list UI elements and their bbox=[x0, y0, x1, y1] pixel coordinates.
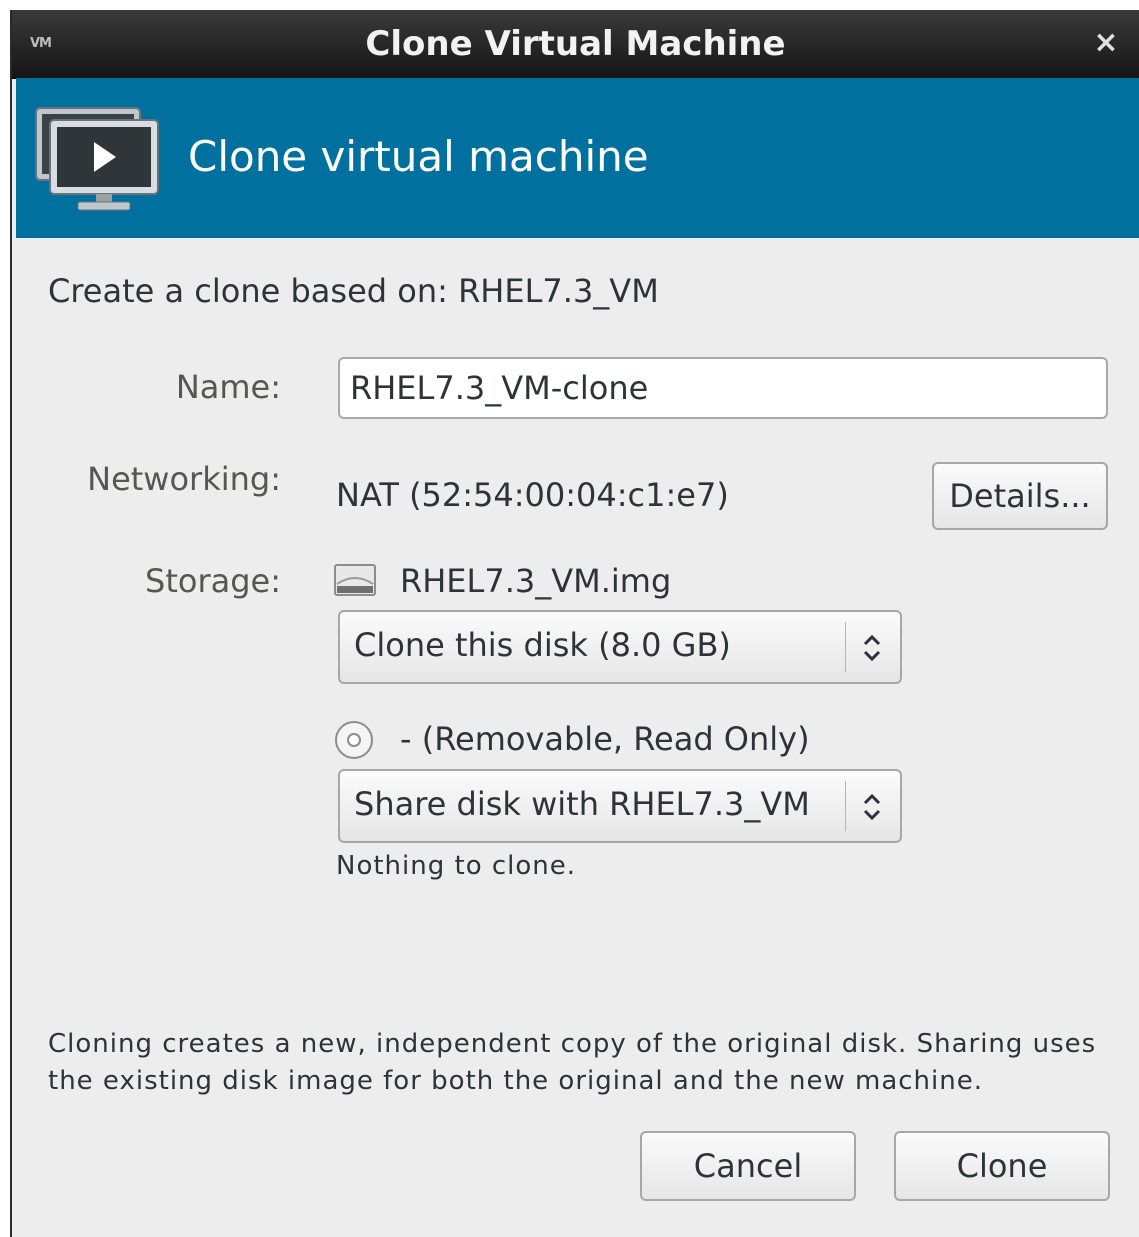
help-text: Cloning creates a new, independent copy … bbox=[48, 1029, 1097, 1096]
close-icon[interactable]: × bbox=[1091, 28, 1121, 58]
combo-separator bbox=[845, 781, 846, 831]
combo-separator bbox=[845, 622, 846, 672]
name-label: Name: bbox=[175, 368, 281, 406]
title-bar[interactable]: VM Clone Virtual Machine × bbox=[12, 10, 1139, 79]
based-on-label: Create a clone based on: RHEL7.3_VM bbox=[48, 272, 659, 310]
up-down-arrows-icon bbox=[863, 793, 881, 821]
header-banner: Clone virtual machine bbox=[16, 78, 1139, 238]
cancel-button[interactable]: Cancel bbox=[640, 1131, 856, 1201]
clone-vm-dialog: VM Clone Virtual Machine × Clone virtual… bbox=[10, 10, 1139, 1237]
monitor-play-icon bbox=[35, 107, 159, 211]
name-input[interactable] bbox=[338, 357, 1108, 419]
clone-button[interactable]: Clone bbox=[894, 1131, 1110, 1201]
up-down-arrows-icon bbox=[863, 634, 881, 662]
disk-1-name: RHEL7.3_VM.img bbox=[400, 562, 672, 600]
details-button[interactable]: Details... bbox=[932, 462, 1108, 530]
disk-1-action-select[interactable]: Clone this disk (8.0 GB) bbox=[338, 610, 902, 684]
disk-2-note: Nothing to clone. bbox=[336, 851, 577, 881]
window-title: Clone Virtual Machine bbox=[365, 24, 786, 64]
cdrom-icon bbox=[335, 721, 373, 759]
disk-2-action-value: Share disk with RHEL7.3_VM bbox=[354, 785, 810, 823]
disk-2-action-select[interactable]: Share disk with RHEL7.3_VM bbox=[338, 769, 902, 843]
disk-2-name: - (Removable, Read Only) bbox=[400, 720, 810, 758]
disk-1-action-value: Clone this disk (8.0 GB) bbox=[354, 626, 731, 664]
storage-label: Storage: bbox=[145, 562, 281, 600]
networking-value: NAT (52:54:00:04:c1:e7) bbox=[336, 476, 729, 514]
networking-label: Networking: bbox=[87, 460, 281, 498]
banner-title: Clone virtual machine bbox=[188, 132, 649, 181]
harddisk-icon bbox=[334, 564, 376, 596]
